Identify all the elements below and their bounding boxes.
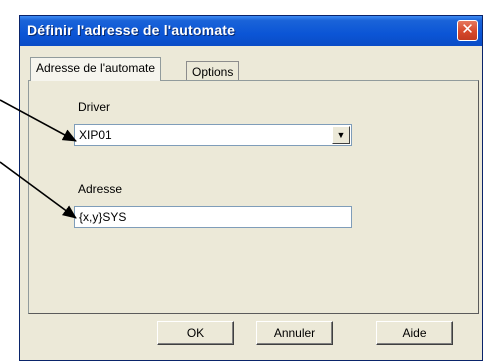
close-icon[interactable]: ✕ bbox=[457, 20, 478, 41]
address-value: {x,y}SYS bbox=[79, 210, 127, 224]
dialog-window: Définir l'adresse de l'automate ✕ Adress… bbox=[19, 15, 483, 361]
cancel-button[interactable]: Annuler bbox=[256, 321, 333, 345]
address-input[interactable]: {x,y}SYS bbox=[74, 206, 352, 228]
tab-label: Options bbox=[192, 65, 234, 79]
window-title: Définir l'adresse de l'automate bbox=[27, 22, 236, 38]
help-button[interactable]: Aide bbox=[376, 321, 453, 345]
tab-label: Adresse de l'automate bbox=[36, 61, 156, 75]
tab-options[interactable]: Options bbox=[186, 61, 240, 82]
driver-label: Driver bbox=[78, 100, 110, 114]
ok-button[interactable]: OK bbox=[157, 321, 234, 345]
tab-adresse-automate[interactable]: Adresse de l'automate bbox=[30, 57, 162, 81]
driver-select[interactable]: XIP01 ▼ bbox=[74, 124, 352, 146]
title-bar[interactable]: Définir l'adresse de l'automate ✕ bbox=[20, 16, 482, 46]
chevron-down-icon[interactable]: ▼ bbox=[332, 126, 350, 144]
address-label: Adresse bbox=[78, 182, 123, 196]
tab-panel bbox=[28, 80, 479, 314]
driver-value: XIP01 bbox=[79, 128, 112, 142]
